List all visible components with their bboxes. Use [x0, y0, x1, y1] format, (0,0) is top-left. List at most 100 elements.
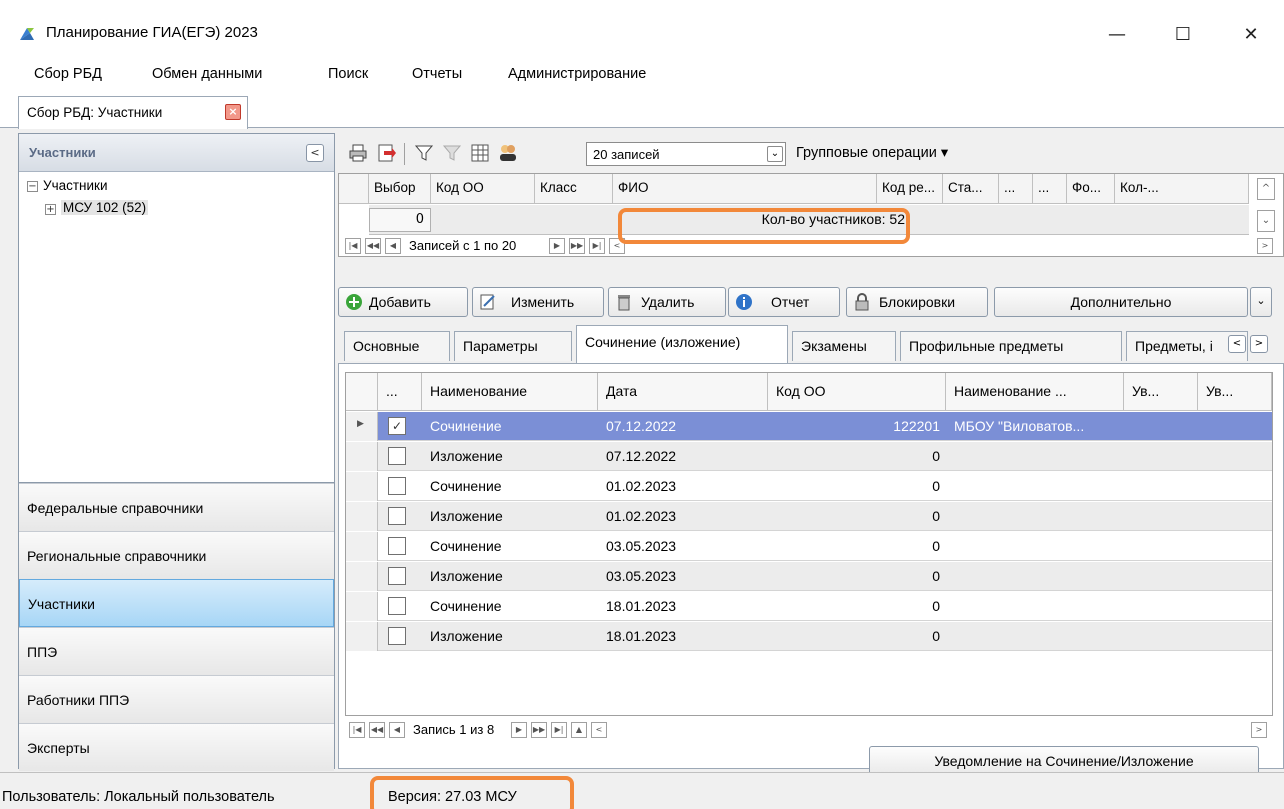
tree-node-msu[interactable]: МСУ 102 (52): [61, 200, 149, 215]
tab-profile-subjects[interactable]: Профильные предметы: [900, 331, 1122, 361]
first-record-icon[interactable]: |◀: [349, 722, 365, 738]
tab-essay[interactable]: Сочинение (изложение): [576, 325, 788, 363]
column-header-org-name[interactable]: Наименование ...: [946, 373, 1124, 411]
column-header-oo-code[interactable]: Код ОО: [768, 373, 946, 411]
menu-sbor-rbd[interactable]: Сбор РБД: [34, 66, 102, 82]
add-button[interactable]: Добавить: [338, 287, 468, 317]
close-tab-icon[interactable]: ×: [225, 104, 241, 120]
minimize-button[interactable]: —: [1094, 14, 1140, 54]
nav-regional-directories[interactable]: Региональные справочники: [19, 531, 334, 579]
users-search-icon[interactable]: [498, 143, 518, 163]
close-window-button[interactable]: ✕: [1228, 14, 1274, 54]
last-page-icon[interactable]: ▶|: [589, 238, 605, 254]
row-checkbox[interactable]: [388, 477, 406, 495]
document-tab-participants[interactable]: Сбор РБД: Участники ×: [18, 96, 248, 129]
tab-parameters[interactable]: Параметры: [454, 331, 572, 361]
nav-participants[interactable]: Участники: [19, 579, 334, 627]
tree-node-root[interactable]: Участники: [43, 178, 108, 193]
export-icon[interactable]: [376, 143, 396, 163]
more-actions-dropdown[interactable]: ⌄: [1250, 287, 1272, 317]
delete-button[interactable]: Удалить: [608, 287, 726, 317]
nav-ppe-workers[interactable]: Работники ППЭ: [19, 675, 334, 723]
scroll-right-icon[interactable]: >: [1251, 722, 1267, 738]
scroll-right-icon[interactable]: >: [1257, 238, 1273, 254]
group-operations-menu[interactable]: Групповые операции ▾: [796, 145, 948, 161]
tabs-scroll-right-icon[interactable]: >: [1250, 335, 1268, 353]
maximize-button[interactable]: ☐: [1160, 14, 1206, 54]
locks-button[interactable]: Блокировки: [846, 287, 988, 317]
scroll-up-icon[interactable]: ▲: [571, 722, 587, 738]
column-header-check[interactable]: ...: [378, 373, 422, 411]
column-header-class[interactable]: Класс: [535, 174, 613, 204]
edit-button[interactable]: Изменить: [472, 287, 604, 317]
row-checkbox[interactable]: [388, 627, 406, 645]
collapse-panel-button[interactable]: <: [306, 144, 324, 162]
first-page-icon[interactable]: |◀: [345, 238, 361, 254]
tree-expand-icon[interactable]: +: [45, 204, 56, 215]
scroll-left-icon[interactable]: <: [591, 722, 607, 738]
prev-record-icon[interactable]: ◀: [389, 722, 405, 738]
scroll-up-icon[interactable]: ^: [1257, 178, 1275, 200]
prev-page-icon[interactable]: ◀◀: [369, 722, 385, 738]
column-header-status[interactable]: Ста...: [943, 174, 999, 204]
prev-page-icon[interactable]: ◀◀: [365, 238, 381, 254]
last-record-icon[interactable]: ▶|: [551, 722, 567, 738]
column-header-region-code[interactable]: Код ре...: [877, 174, 943, 204]
column-header-select[interactable]: Выбор: [369, 174, 431, 204]
row-checkbox[interactable]: [388, 507, 406, 525]
column-header-count[interactable]: Кол-...: [1115, 174, 1249, 204]
table-row[interactable]: Сочинение 03.05.2023 0: [346, 532, 1272, 561]
row-checkbox[interactable]: [388, 537, 406, 555]
column-header-oo-code[interactable]: Код ОО: [431, 174, 535, 204]
table-row[interactable]: ▶ ✓ Сочинение 07.12.2022 122201 МБОУ "Виловат…: [346, 412, 1272, 441]
table-row[interactable]: Сочинение 18.01.2023 0: [346, 592, 1272, 621]
tab-main[interactable]: Основные: [344, 331, 450, 361]
nav-experts[interactable]: Эксперты: [19, 723, 334, 771]
row-checkbox[interactable]: [388, 567, 406, 585]
column-header-notice-2[interactable]: Ув...: [1198, 373, 1272, 411]
scroll-down-icon[interactable]: ⌄: [1257, 210, 1275, 232]
filter-icon[interactable]: [414, 143, 434, 163]
column-header-form[interactable]: Фо...: [1067, 174, 1115, 204]
report-button[interactable]: Отчет: [728, 287, 840, 317]
column-header-date[interactable]: Дата: [598, 373, 768, 411]
row-checkbox[interactable]: ✓: [388, 417, 406, 435]
table-row[interactable]: Изложение 18.01.2023 0: [346, 622, 1272, 651]
row-checkbox[interactable]: [388, 447, 406, 465]
print-icon[interactable]: [348, 143, 368, 163]
row-indicator: [346, 562, 378, 591]
columns-icon[interactable]: [470, 143, 490, 163]
column-header-fio[interactable]: ФИО: [613, 174, 877, 204]
menu-search[interactable]: Поиск: [328, 66, 368, 82]
more-actions-button[interactable]: Дополнительно: [994, 287, 1248, 317]
tab-exams[interactable]: Экзамены: [792, 331, 896, 361]
clear-filter-icon[interactable]: [442, 143, 462, 163]
chevron-down-icon[interactable]: ⌄: [767, 146, 783, 162]
table-row[interactable]: Изложение 01.02.2023 0: [346, 502, 1272, 531]
nav-federal-directories[interactable]: Федеральные справочники: [19, 483, 334, 531]
records-per-page-select[interactable]: 20 записей ⌄: [586, 142, 786, 166]
column-header-name[interactable]: Наименование: [422, 373, 598, 411]
next-page-icon[interactable]: ▶▶: [569, 238, 585, 254]
row-checkbox[interactable]: [388, 597, 406, 615]
table-row[interactable]: Изложение 03.05.2023 0: [346, 562, 1272, 591]
nav-ppe[interactable]: ППЭ: [19, 627, 334, 675]
menu-reports[interactable]: Отчеты: [412, 66, 462, 82]
tabs-scroll-left-icon[interactable]: <: [1228, 335, 1246, 353]
column-header-more-2[interactable]: ...: [1033, 174, 1067, 204]
table-row[interactable]: Изложение 07.12.2022 0: [346, 442, 1272, 471]
table-row[interactable]: Сочинение 01.02.2023 0: [346, 472, 1272, 501]
next-record-icon[interactable]: ▶: [511, 722, 527, 738]
next-page-icon[interactable]: ▶▶: [531, 722, 547, 738]
column-header-more-1[interactable]: ...: [999, 174, 1033, 204]
menu-administration[interactable]: Администрирование: [508, 66, 646, 82]
next-record-icon[interactable]: ▶: [549, 238, 565, 254]
cell-oo-code: 0: [932, 568, 940, 584]
tree-collapse-icon[interactable]: −: [27, 181, 38, 192]
menu-data-exchange[interactable]: Обмен данными: [152, 66, 262, 82]
prev-record-icon[interactable]: ◀: [385, 238, 401, 254]
cell-org-name: [946, 502, 1124, 531]
column-header-notice-1[interactable]: Ув...: [1124, 373, 1198, 411]
navigation-panel-title: Участники: [29, 145, 96, 160]
cell-name: Изложение: [430, 448, 503, 464]
